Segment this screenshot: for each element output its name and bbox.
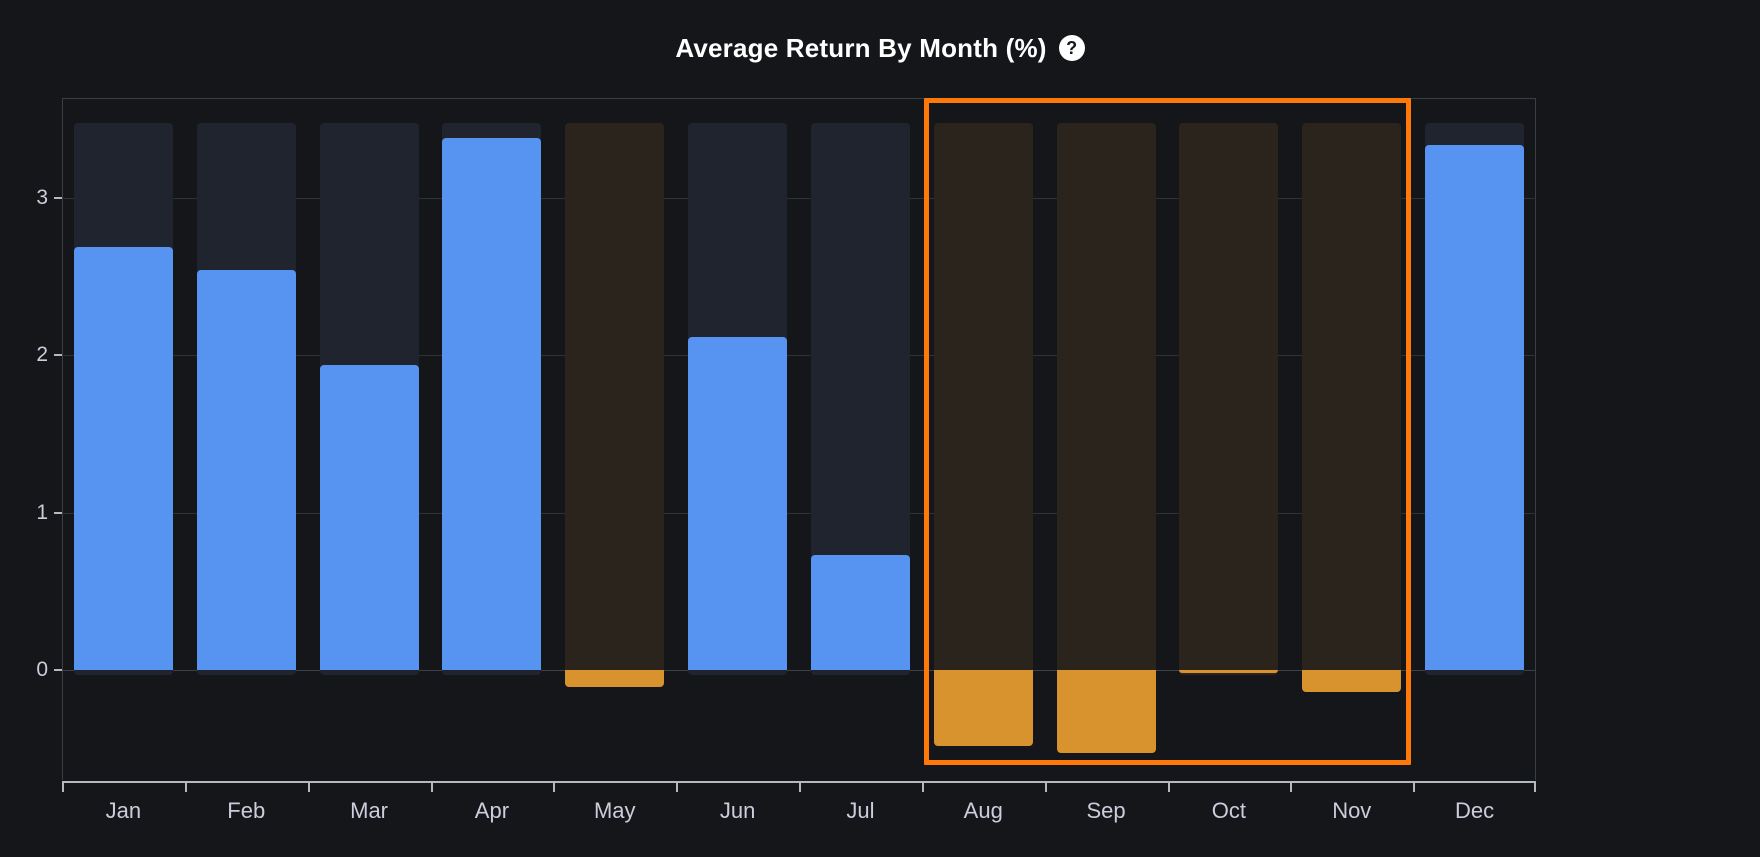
y-tick-label: 3 (36, 186, 48, 210)
bar-apr[interactable] (442, 138, 542, 670)
y-tick-mark (54, 197, 62, 200)
bar-jun[interactable] (688, 336, 788, 670)
x-tick-label-nov: Nov (1332, 798, 1372, 823)
x-tick-mark (1413, 781, 1416, 792)
x-tick-mark (1534, 781, 1536, 792)
y-tick-mark (54, 669, 62, 671)
x-tick-label-apr: Apr (474, 798, 510, 823)
bar-dec[interactable] (1425, 144, 1525, 670)
bar-column[interactable] (1179, 98, 1279, 780)
bar-column[interactable] (810, 98, 910, 780)
bar-mar[interactable] (319, 364, 419, 670)
plot-border-right (1535, 98, 1536, 780)
bar-may[interactable] (565, 670, 665, 688)
chart-panel: Average Return By Month (%) ? 0 1 2 3 Jan Fe… (0, 0, 1760, 857)
x-tick-mark (1290, 781, 1293, 792)
bar-sep[interactable] (1056, 670, 1156, 754)
x-tick-label-jul: Jul (846, 798, 875, 823)
x-tick-mark (430, 781, 433, 792)
y-tick-label: 2 (36, 343, 48, 367)
x-tick-label-aug: Aug (963, 798, 1003, 823)
bar-column[interactable] (933, 98, 1033, 780)
bar-column[interactable] (1425, 98, 1525, 780)
bar-nov[interactable] (1302, 670, 1402, 693)
y-tick-mark (54, 354, 62, 357)
panel-header: Average Return By Month (%) ? (0, 27, 1760, 69)
panel-title: Average Return By Month (%) (675, 32, 1047, 63)
x-tick-mark (1044, 781, 1047, 792)
plot-border-left (62, 98, 63, 780)
x-tick-label-may: May (593, 798, 636, 823)
bar-jul[interactable] (810, 555, 910, 670)
x-tick-mark (307, 781, 310, 792)
bar-column-background (933, 123, 1033, 675)
bar-column[interactable] (688, 98, 788, 780)
y-tick-label: 0 (36, 658, 48, 681)
bar-column-background (1056, 123, 1156, 675)
help-circle-icon[interactable]: ? (1058, 35, 1085, 61)
x-tick-label-feb: Feb (227, 798, 266, 823)
x-tick-label-jan: Jan (105, 798, 142, 823)
bar-column-background (565, 123, 665, 675)
bar-aug[interactable] (933, 670, 1033, 746)
x-tick-label-oct: Oct (1211, 798, 1247, 823)
y-tick-mark (54, 511, 62, 514)
bar-column[interactable] (442, 98, 542, 780)
x-tick-mark (1167, 781, 1170, 792)
x-tick-mark (553, 781, 556, 792)
y-tick-label: 1 (36, 500, 48, 524)
x-tick-label-dec: Dec (1455, 798, 1495, 823)
bar-feb[interactable] (196, 270, 296, 670)
plot-area (54, 98, 1536, 780)
x-tick-mark (62, 781, 64, 792)
bar-column-background (1179, 123, 1279, 675)
bar-column-background (1302, 123, 1402, 675)
x-tick-mark (921, 781, 924, 792)
x-tick-mark (184, 781, 187, 792)
bar-column[interactable] (1302, 98, 1402, 780)
x-tick-label-jun: Jun (719, 798, 756, 823)
x-tick-mark (676, 781, 679, 792)
bar-column[interactable] (196, 98, 296, 780)
x-tick-label-sep: Sep (1086, 798, 1126, 823)
bar-oct[interactable] (1179, 670, 1279, 673)
bar-column[interactable] (565, 98, 665, 780)
bar-column[interactable] (1056, 98, 1156, 780)
bar-column[interactable] (73, 98, 173, 780)
x-tick-mark (799, 781, 801, 792)
bar-column[interactable] (319, 98, 419, 780)
bar-jan[interactable] (73, 246, 173, 670)
x-tick-label-mar: Mar (350, 798, 389, 823)
